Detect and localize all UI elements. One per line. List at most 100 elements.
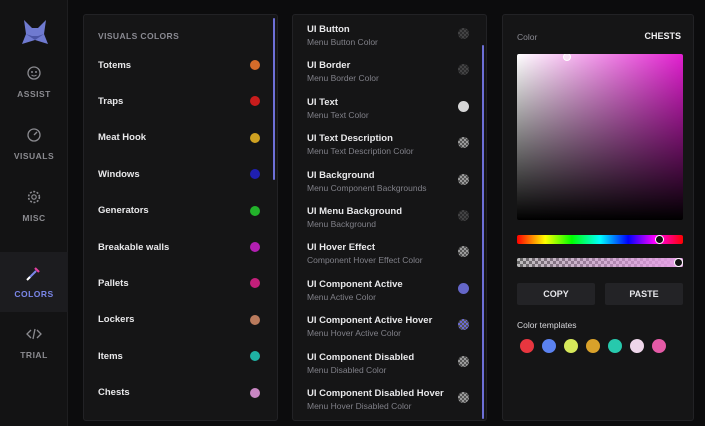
nav-assist-label: ASSIST <box>17 89 51 99</box>
ui-color-description: Menu Disabled Color <box>307 364 387 375</box>
ui-color-label: UI Border <box>307 60 351 72</box>
ui-color-label: UI Component Disabled Hover <box>307 388 444 399</box>
ui-color-item[interactable]: UI Background Menu Component Backgrounds <box>293 164 483 200</box>
ui-color-description: Menu Border Color <box>307 73 379 84</box>
visual-color-label: Pallets <box>98 277 129 289</box>
color-template-swatch[interactable] <box>608 339 622 353</box>
visual-color-item[interactable]: Items <box>84 338 274 374</box>
visual-color-label: Generators <box>98 205 149 217</box>
visual-color-label: Items <box>98 350 123 362</box>
visual-color-item[interactable]: Meat Hook <box>84 120 274 156</box>
visual-color-item[interactable]: Lockers <box>84 302 274 338</box>
color-swatch[interactable] <box>250 314 260 325</box>
color-swatch[interactable] <box>458 173 469 185</box>
ui-color-item[interactable]: UI Text Description Menu Text Description… <box>293 127 483 163</box>
nav-assist[interactable]: ASSIST <box>0 52 68 112</box>
color-swatch[interactable] <box>250 96 260 107</box>
code-icon <box>26 326 42 342</box>
saturation-handle[interactable] <box>562 54 571 61</box>
nav-colors-label: COLORS <box>14 289 54 299</box>
ui-color-label: UI Text <box>307 96 338 108</box>
color-templates-label: Color templates <box>517 320 577 330</box>
nav-visuals-label: VISUALS <box>13 151 55 161</box>
alpha-slider[interactable] <box>517 258 683 267</box>
visual-color-label: Windows <box>98 168 140 180</box>
color-swatch[interactable] <box>458 319 469 331</box>
color-swatch[interactable] <box>250 132 260 143</box>
visual-color-item[interactable]: Pallets <box>84 265 274 301</box>
alpha-handle[interactable] <box>674 258 683 267</box>
color-template-swatch[interactable] <box>630 339 644 353</box>
color-template-swatch[interactable] <box>542 339 556 353</box>
nav-colors[interactable]: COLORS <box>0 252 68 312</box>
color-swatch[interactable] <box>250 169 260 180</box>
visual-color-item[interactable]: Totems <box>84 47 274 83</box>
ui-color-label: UI Background <box>307 169 375 181</box>
color-picker-panel: Color CHESTS COPY PASTE Color templates <box>502 14 694 421</box>
color-swatch[interactable] <box>458 392 469 403</box>
ui-color-item[interactable]: UI Text Menu Text Color <box>293 91 483 127</box>
ui-color-description: Menu Background <box>307 219 376 229</box>
visual-color-item[interactable]: Breakable walls <box>84 229 274 265</box>
ui-colors-panel: UI Button Menu Button Color UI Border Menu … <box>292 14 487 421</box>
nav-misc-label: MISC <box>22 213 46 223</box>
ui-color-description: Menu Text Color <box>307 109 369 120</box>
ui-color-label: UI Component Active Hover <box>307 315 433 327</box>
color-swatch[interactable] <box>458 64 469 76</box>
nav-misc[interactable]: MISC <box>0 176 68 236</box>
color-swatch[interactable] <box>250 205 260 216</box>
ui-color-label: UI Component Active <box>307 278 403 290</box>
visual-color-label: Totems <box>98 59 132 71</box>
ui-color-label: UI Text Description <box>307 133 393 145</box>
visual-color-item[interactable]: Chests <box>84 375 274 411</box>
ui-color-description: Menu Component Backgrounds <box>307 182 427 193</box>
ui-color-item[interactable]: UI Button Menu Button Color <box>293 18 483 54</box>
color-swatch[interactable] <box>458 282 469 294</box>
selected-target: CHESTS <box>644 31 681 41</box>
ui-color-item[interactable]: UI Component Disabled Hover Menu Hover Di… <box>293 382 483 418</box>
nav-visuals[interactable]: VISUALS <box>0 114 68 174</box>
ui-color-item[interactable]: UI Component Active Hover Menu Hover Acti… <box>293 309 483 345</box>
visuals-colors-header: VISUALS COLORS <box>98 31 180 41</box>
color-swatch[interactable] <box>458 210 469 221</box>
color-swatch[interactable] <box>458 100 469 112</box>
gear-icon <box>26 189 42 205</box>
color-swatch[interactable] <box>250 387 260 398</box>
ui-color-item[interactable]: UI Component Disabled Menu Disabled Color <box>293 346 483 382</box>
ui-color-description: Menu Button Color <box>307 37 378 47</box>
nav-trial[interactable]: TRIAL <box>0 313 68 373</box>
color-template-swatch[interactable] <box>652 339 666 353</box>
color-swatch[interactable] <box>458 246 469 258</box>
color-template-swatch[interactable] <box>586 339 600 353</box>
color-label: Color <box>517 32 538 42</box>
copy-button[interactable]: COPY <box>517 283 595 305</box>
visual-color-label: Meat Hook <box>98 132 147 144</box>
ui-color-item[interactable]: UI Menu Background Menu Background <box>293 200 483 236</box>
hue-slider[interactable] <box>517 235 683 244</box>
color-template-swatch[interactable] <box>564 339 578 353</box>
ui-color-item[interactable]: UI Component Active Menu Active Color <box>293 273 483 309</box>
ui-color-item[interactable]: UI Border Menu Border Color <box>293 54 483 90</box>
visual-color-item[interactable]: Traps <box>84 83 274 119</box>
color-swatch[interactable] <box>458 137 469 149</box>
visual-color-item[interactable]: Generators <box>84 193 274 229</box>
visual-color-label: Lockers <box>98 314 135 326</box>
face-icon <box>26 65 42 81</box>
ui-color-item[interactable]: UI Hover Effect Component Hover Effect Co… <box>293 236 483 272</box>
color-swatch[interactable] <box>458 355 469 367</box>
hue-handle[interactable] <box>654 235 664 244</box>
color-swatch[interactable] <box>250 60 260 70</box>
color-swatch[interactable] <box>458 28 469 39</box>
sidebar: ASSIST VISUALS MISC COLORS TRIAL <box>0 0 68 426</box>
saturation-value-area[interactable] <box>517 54 683 220</box>
visual-color-item[interactable]: Windows <box>84 156 274 192</box>
fox-logo-icon <box>22 20 48 44</box>
paste-button[interactable]: PASTE <box>605 283 683 305</box>
nav-trial-label: TRIAL <box>20 350 48 360</box>
visual-color-label: Traps <box>98 95 124 107</box>
color-swatch[interactable] <box>250 278 260 289</box>
color-swatch[interactable] <box>250 351 260 362</box>
color-template-swatch[interactable] <box>520 339 534 353</box>
ui-color-description: Menu Text Description Color <box>307 146 414 157</box>
color-swatch[interactable] <box>250 242 260 252</box>
